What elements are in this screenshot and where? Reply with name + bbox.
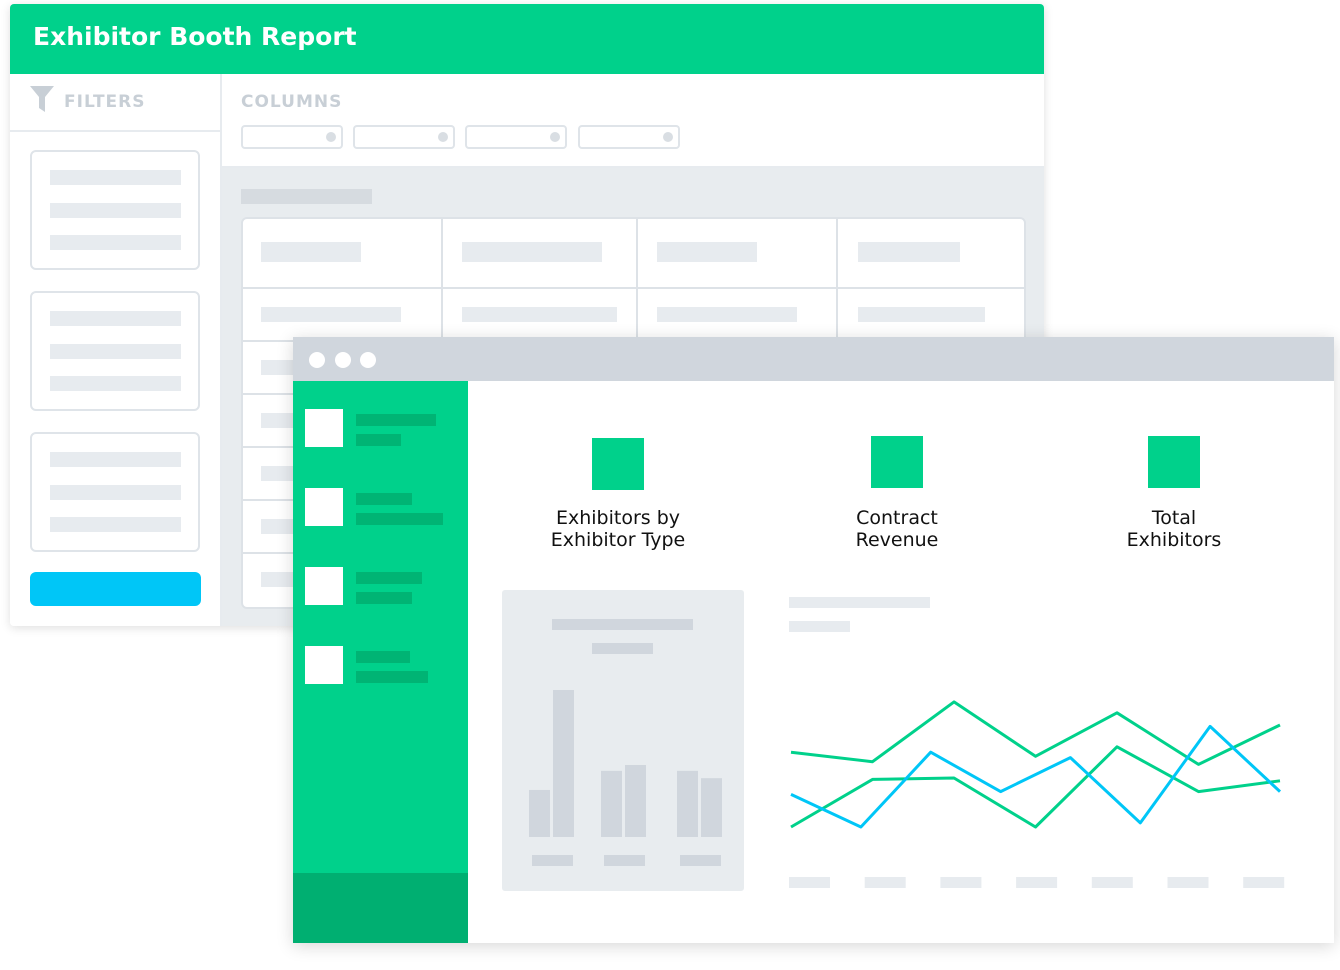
table-cell-placeholder (261, 307, 401, 322)
x-tick-label-placeholder (1243, 877, 1285, 888)
sidebar-item-placeholder (356, 493, 412, 505)
bar (701, 778, 722, 837)
sidebar-item-placeholder (356, 434, 401, 446)
report-title: Exhibitor Booth Report (33, 22, 357, 51)
x-tick-label-placeholder (940, 877, 982, 888)
x-tick-label-placeholder (1016, 877, 1058, 888)
kpi-label-line: Revenue (855, 529, 939, 551)
kpi-label-line: Total (1151, 507, 1197, 529)
x-tick-label-placeholder (1091, 877, 1133, 888)
x-tick-label-placeholder (532, 855, 573, 866)
x-tick-label-placeholder (789, 877, 830, 888)
table-header-placeholder (858, 242, 960, 262)
sidebar-item-icon[interactable] (305, 567, 343, 605)
bar-chart-card (502, 590, 744, 891)
sidebar-item-placeholder (356, 592, 412, 604)
sidebar-item-placeholder (356, 651, 410, 663)
x-tick-label-placeholder (864, 877, 906, 888)
bar (625, 764, 646, 837)
report-header: Exhibitor Booth Report (10, 4, 1044, 74)
placeholder-line (50, 203, 181, 218)
table-header-placeholder (657, 242, 757, 262)
sidebar-item-icon[interactable] (305, 488, 343, 526)
table-cell-placeholder (858, 307, 985, 322)
chip-handle-icon (438, 132, 448, 142)
kpi-label-line: Contract (856, 507, 938, 529)
funnel-icon (30, 86, 54, 112)
filters-header[interactable]: FILTERS (10, 74, 220, 132)
placeholder-line (50, 170, 181, 185)
filters-label: FILTERS (64, 92, 146, 112)
bar (553, 690, 574, 837)
chart-title-placeholder (789, 597, 930, 608)
bar-chart (529, 690, 722, 866)
sidebar-item-placeholder (356, 671, 428, 683)
results-title-placeholder (241, 189, 372, 204)
chip-handle-icon (550, 132, 560, 142)
filter-card[interactable] (30, 150, 200, 270)
columns-panel: COLUMNS (222, 74, 1044, 168)
dashboard-window: Exhibitors by Exhibitor Type Contract Re… (293, 337, 1334, 943)
placeholder-line (50, 344, 181, 359)
window-dot-icon[interactable] (335, 352, 351, 368)
sidebar-item-icon[interactable] (305, 409, 343, 447)
kpi-label-line: Exhibitors (1126, 529, 1222, 551)
kpi-label-line: Exhibitors by (555, 507, 681, 529)
kpi-icon[interactable] (592, 438, 644, 490)
column-chip[interactable] (465, 125, 567, 149)
dashboard-sidebar (293, 381, 468, 943)
kpi-label: Contract Revenue (797, 507, 997, 551)
columns-label: COLUMNS (241, 92, 343, 112)
bar (677, 770, 698, 837)
chip-handle-icon (326, 132, 336, 142)
placeholder-line (50, 452, 181, 467)
table-cell-placeholder (657, 307, 797, 322)
window-dot-icon[interactable] (360, 352, 376, 368)
kpi-label-line: Exhibitor Type (550, 529, 686, 551)
kpi-icon[interactable] (871, 436, 923, 488)
table-header-placeholder (261, 242, 361, 262)
x-tick-label-placeholder (680, 855, 721, 866)
chip-handle-icon (663, 132, 673, 142)
filters-panel: FILTERS (10, 74, 222, 626)
kpi-label: Total Exhibitors (1074, 507, 1274, 551)
series-line (790, 724, 1282, 829)
sidebar-footer (293, 873, 468, 943)
placeholder-line (50, 376, 181, 391)
filter-card[interactable] (30, 291, 200, 411)
table-header-placeholder (462, 242, 602, 262)
sidebar-item-placeholder (356, 572, 422, 584)
column-chip[interactable] (241, 125, 343, 149)
table-divider (243, 287, 1024, 289)
placeholder-line (50, 235, 181, 250)
column-chip[interactable] (353, 125, 455, 149)
sidebar-item-icon[interactable] (305, 646, 343, 684)
filter-card[interactable] (30, 432, 200, 552)
bar (601, 770, 622, 837)
chart-subtitle-placeholder (789, 621, 850, 632)
x-tick-label-placeholder (1167, 877, 1209, 888)
sidebar-item-placeholder (356, 414, 436, 426)
placeholder-line (50, 485, 181, 500)
apply-filters-button[interactable] (30, 572, 201, 606)
sidebar-item-placeholder (356, 513, 443, 525)
table-cell-placeholder (462, 307, 617, 322)
kpi-icon[interactable] (1148, 436, 1200, 488)
kpi-label: Exhibitors by Exhibitor Type (518, 507, 718, 551)
line-chart (789, 700, 1285, 888)
bar (529, 789, 550, 837)
column-chip[interactable] (578, 125, 680, 149)
window-dot-icon[interactable] (309, 352, 325, 368)
x-tick-label-placeholder (604, 855, 645, 866)
placeholder-line (50, 517, 181, 532)
window-titlebar (293, 337, 1334, 381)
placeholder-line (50, 311, 181, 326)
